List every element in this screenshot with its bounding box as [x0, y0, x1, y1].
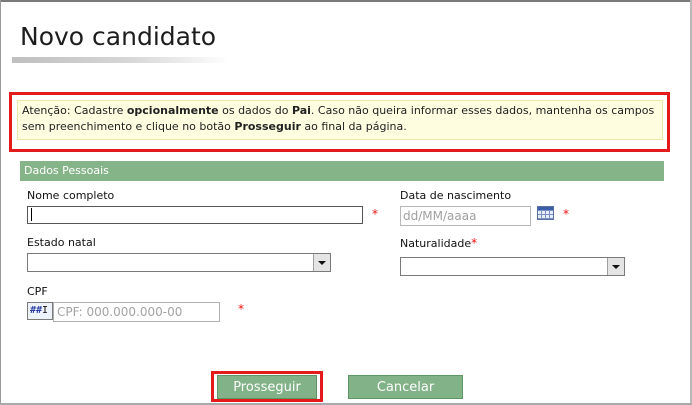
naturalidade-label: Naturalidade* [400, 236, 477, 250]
cpf-mask-glyph: ## [30, 305, 43, 316]
naturalidade-label-text: Naturalidade [400, 237, 472, 250]
attention-notice: Atenção: Cadastre opcionalmente os dados… [17, 100, 663, 140]
dropdown-button[interactable] [313, 254, 330, 271]
data-nascimento-input[interactable]: dd/MM/aaaa [400, 206, 531, 226]
estado-natal-select[interactable] [27, 253, 331, 272]
estado-natal-label: Estado natal [27, 236, 96, 249]
text-caret [31, 208, 32, 221]
chevron-down-icon [318, 260, 326, 265]
prosseguir-button[interactable]: Prosseguir [217, 375, 317, 399]
dropdown-button[interactable] [607, 258, 624, 275]
naturalidade-required-mark: * [471, 236, 478, 250]
cpf-required-mark: * [238, 302, 244, 316]
nome-required-mark: * [372, 207, 378, 221]
chevron-down-icon [612, 264, 620, 269]
calendar-icon[interactable] [537, 206, 554, 220]
notice-segment: opcionalmente [126, 104, 219, 117]
notice-highlight-frame: Atenção: Cadastre opcionalmente os dados… [9, 92, 670, 152]
nome-completo-input[interactable] [27, 206, 363, 224]
window-left-border [0, 0, 1, 405]
cpf-label: CPF [27, 285, 48, 298]
data-nascimento-label: Data de nascimento [400, 189, 512, 202]
notice-segment: Pai [291, 104, 311, 117]
window-top-border [0, 0, 692, 2]
notice-segment: Prosseguir [234, 120, 301, 133]
notice-segment: ao final da página. [300, 120, 407, 133]
cpf-input[interactable]: CPF: 000.000.000-00 [53, 302, 220, 322]
nome-completo-label: Nome completo [27, 189, 115, 202]
naturalidade-select[interactable] [400, 257, 625, 276]
cpf-mask-icon[interactable]: ##I [27, 302, 53, 320]
text-cursor-icon: I [42, 305, 49, 316]
section-header-dados-pessoais: Dados Pessoais [20, 161, 664, 181]
notice-segment: Atenção: Cadastre [22, 104, 127, 117]
data-required-mark: * [563, 207, 569, 221]
cancelar-button[interactable]: Cancelar [348, 375, 463, 399]
page-title: Novo candidato [20, 22, 217, 51]
notice-segment: os dados do [218, 104, 292, 117]
title-underline [12, 57, 230, 63]
